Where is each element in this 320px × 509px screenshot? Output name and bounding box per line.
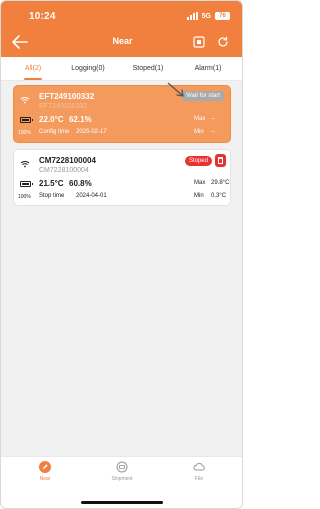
- max-value: --: [211, 116, 215, 122]
- battery-percent: 100%: [18, 194, 31, 200]
- tab-stoped[interactable]: Stoped(1): [123, 57, 173, 81]
- humidity-value: 60.8%: [69, 179, 92, 188]
- nav-label: Near: [39, 476, 51, 482]
- status-time: 10:24: [29, 11, 56, 22]
- battery-icon: 76: [215, 12, 230, 20]
- wireless-icon: [20, 161, 30, 168]
- home-indicator: [81, 501, 163, 504]
- status-badge: Wait for start: [182, 91, 224, 101]
- bottom-nav: Near Shipment File: [1, 456, 242, 494]
- battery-percent: 100%: [18, 130, 31, 136]
- min-value: --: [211, 129, 215, 135]
- temperature-value: 21.5°C: [39, 179, 64, 188]
- time-label: Config time: [39, 129, 70, 135]
- wireless-icon: [20, 97, 30, 104]
- shipment-icon: [116, 461, 128, 473]
- min-label: Min: [194, 193, 204, 199]
- battery-level-icon: [20, 117, 33, 123]
- time-value: 2024-04-01: [76, 193, 107, 199]
- nav-label: Shipment: [111, 476, 133, 482]
- temperature-value: 22.0°C: [39, 115, 64, 124]
- page-title: Near: [112, 36, 133, 46]
- cloud-icon: [193, 462, 205, 471]
- max-label: Max: [194, 180, 206, 186]
- tab-logging[interactable]: Logging(0): [63, 57, 113, 81]
- status-indicators: 5G 76: [186, 12, 230, 20]
- network-type: 5G: [201, 12, 211, 20]
- nav-file[interactable]: File: [179, 461, 219, 491]
- device-sub-id: EFT249100332: [39, 103, 88, 110]
- nav-header: Near: [1, 27, 242, 57]
- device-list: EFT249100332 EFT249100332 22.0°C 62.1% 1…: [1, 81, 242, 456]
- cellular-signal-icon: [186, 12, 198, 20]
- max-label: Max: [194, 116, 206, 122]
- time-label: Stop time: [39, 193, 65, 199]
- time-value: 2025-02-17: [76, 129, 107, 135]
- status-badge: Stoped: [184, 156, 212, 166]
- battery-level-icon: [20, 181, 33, 187]
- scan-icon[interactable]: [193, 36, 205, 48]
- device-id: CM7228100004: [39, 156, 96, 165]
- min-label: Min: [194, 129, 204, 135]
- min-value: 0.3°C: [211, 193, 227, 199]
- pen-icon: [39, 461, 51, 473]
- nav-shipment[interactable]: Shipment: [102, 461, 142, 491]
- device-card[interactable]: EFT249100332 EFT249100332 22.0°C 62.1% 1…: [13, 85, 231, 143]
- pointer-arrow-icon: [167, 82, 184, 97]
- device-sub-id: CM7228100004: [39, 167, 89, 174]
- device-card[interactable]: CM7228100004 CM7228100004 21.5°C 60.8% 1…: [13, 149, 231, 206]
- filter-tabs: All(2) Logging(0) Stoped(1) Alarm(1): [1, 57, 242, 81]
- refresh-icon[interactable]: [217, 36, 229, 48]
- nav-near[interactable]: Near: [25, 461, 65, 491]
- delete-icon[interactable]: [215, 154, 226, 167]
- app-screen: 10:24 5G 76 Near All(2) Logging(0) Stope…: [0, 0, 243, 509]
- nav-label: File: [194, 476, 204, 482]
- device-id: EFT249100332: [39, 92, 95, 101]
- top-bar: 10:24 5G 76 Near: [1, 1, 242, 57]
- max-value: 29.8°C: [211, 180, 230, 186]
- humidity-value: 62.1%: [69, 115, 92, 124]
- tab-all[interactable]: All(2): [15, 57, 51, 81]
- tab-alarm[interactable]: Alarm(1): [185, 57, 231, 81]
- status-bar: 10:24 5G 76: [1, 1, 242, 27]
